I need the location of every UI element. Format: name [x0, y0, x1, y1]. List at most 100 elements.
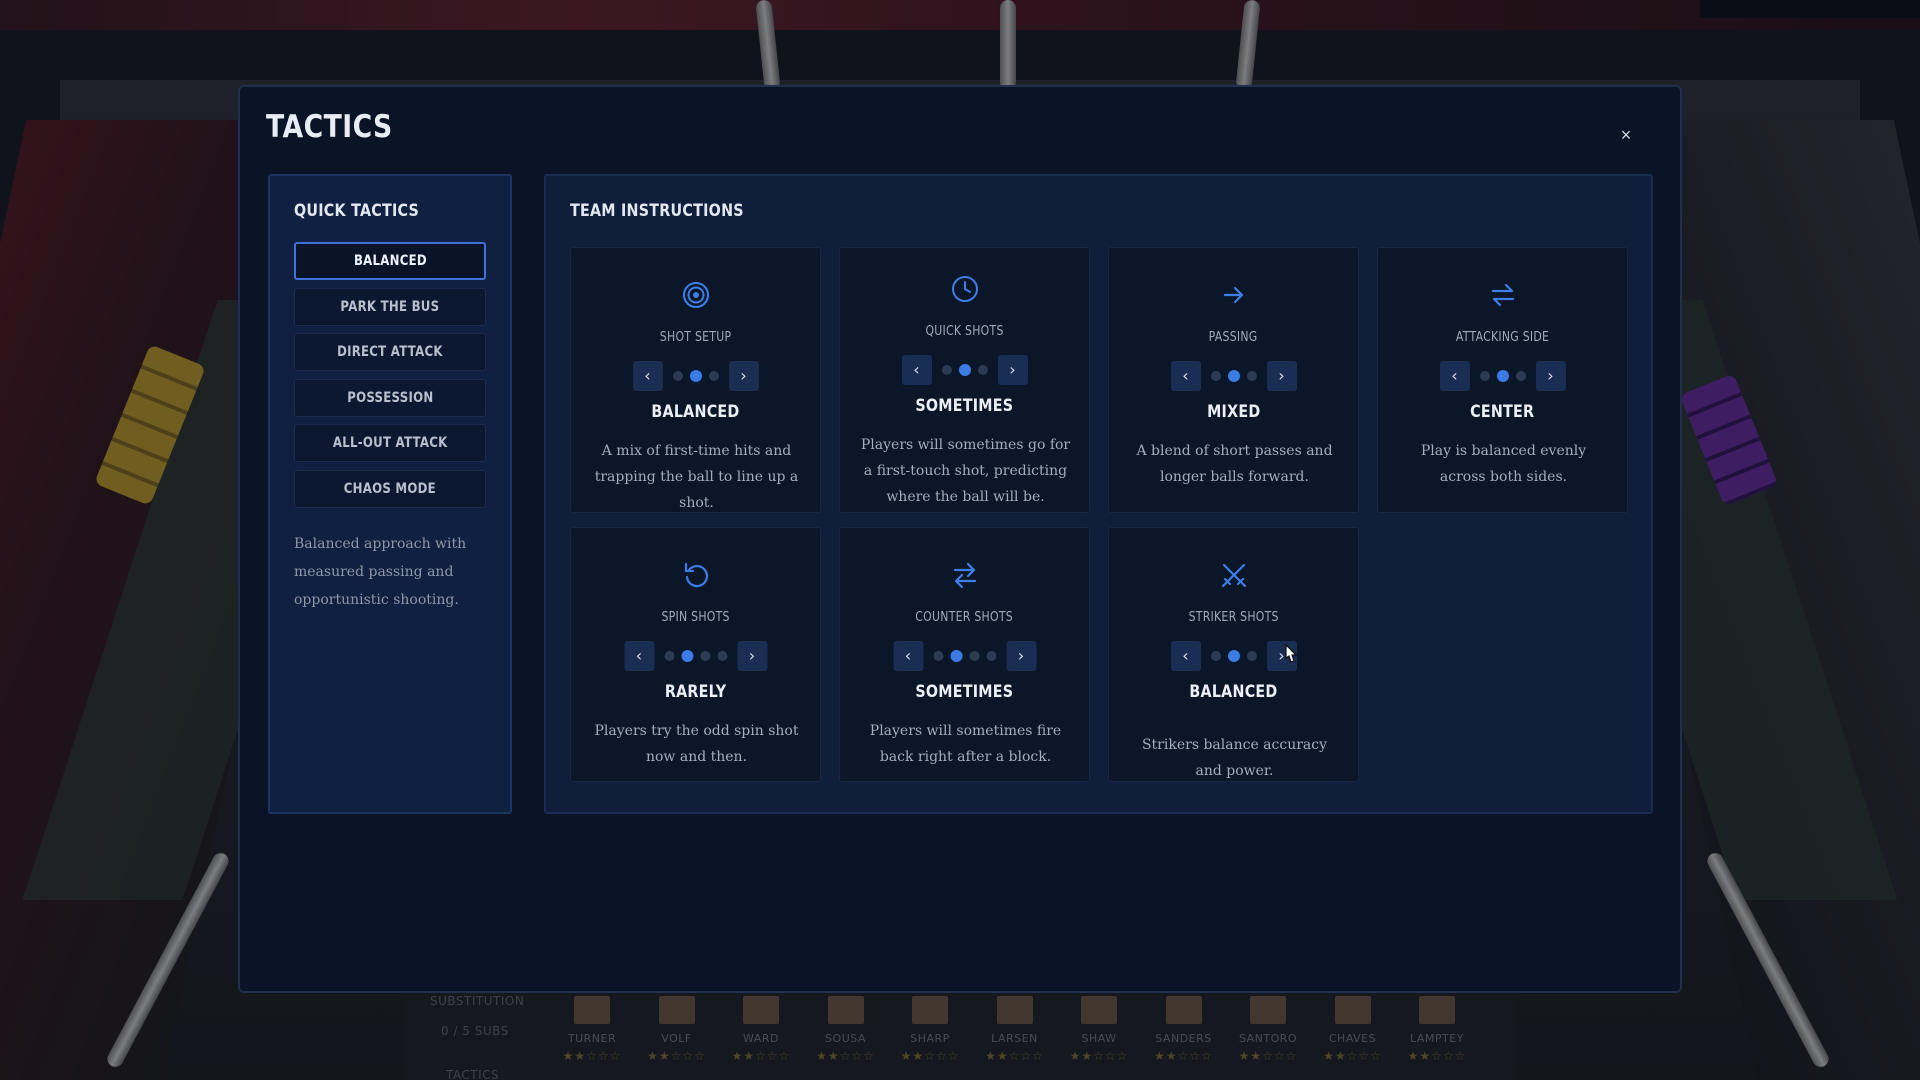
level-dot — [941, 364, 952, 375]
next-level-button[interactable]: › — [737, 641, 767, 671]
instruction-label-text: COUNTER SHOTS — [915, 610, 1014, 625]
level-dot-active — [1227, 649, 1240, 662]
level-dot — [672, 370, 683, 381]
quick-tactic-label: POSSESSION — [346, 389, 434, 406]
modal-title: TACTICS — [266, 109, 393, 145]
quick-tactic-all-out-attack-button[interactable]: ALL-OUT ATTACK — [294, 424, 486, 462]
quick-tactics-panel: QUICK TACTICS BALANCED PARK THE BUS DIRECT… — [268, 174, 512, 814]
quick-tactic-park-the-bus-button[interactable]: PARK THE BUS — [294, 287, 486, 326]
instruction-card-spin-shots: SPIN SHOTS ‹ › RARELY Players try the odd sp… — [570, 527, 821, 782]
mouse-pointer-icon — [1285, 643, 1298, 663]
quick-tactic-label: PARK THE BUS — [340, 298, 440, 315]
instruction-description: A mix of first-time hits and trapping th… — [594, 443, 799, 511]
close-button[interactable]: × — [1616, 125, 1636, 145]
instruction-value-text: SOMETIMES — [915, 682, 1014, 702]
instruction-value: SOMETIMES — [840, 396, 1089, 416]
quick-tactics-list: BALANCED PARK THE BUS DIRECT ATTACK POSSESS… — [294, 242, 486, 515]
instruction-value-text: CENTER — [1470, 402, 1535, 422]
instruction-label: SHOT SETUP — [571, 330, 820, 345]
previous-level-button[interactable]: ‹ — [632, 361, 663, 391]
instruction-card-passing: PASSING ‹ › MIXED A blend of short passes an… — [1108, 247, 1359, 513]
arrow-right-icon — [1219, 280, 1249, 310]
instruction-label-text: ATTACKING SIDE — [1455, 330, 1550, 345]
next-level-button[interactable]: › — [728, 361, 759, 391]
level-selector: ‹ › — [1439, 361, 1566, 391]
previous-level-button[interactable]: ‹ — [1439, 361, 1470, 391]
level-selector: ‹ › — [1170, 361, 1297, 391]
quick-tactic-balanced-button[interactable]: BALANCED — [294, 242, 486, 280]
team-instructions-panel: TEAM INSTRUCTIONS SHOT SETUP ‹ › BALANCED A … — [544, 174, 1653, 814]
instruction-card-shot-setup: SHOT SETUP ‹ › BALANCED A mix of first-time … — [570, 247, 821, 513]
instruction-label-text: SHOT SETUP — [659, 330, 732, 345]
instruction-value-text: BALANCED — [1189, 682, 1278, 702]
level-selector: ‹ › — [893, 641, 1036, 671]
instruction-label-text: PASSING — [1209, 330, 1258, 345]
next-level-button[interactable]: › — [1535, 361, 1566, 391]
quick-tactics-title: QUICK TACTICS — [294, 201, 420, 221]
quick-tactic-chaos-mode-button[interactable]: CHAOS MODE — [294, 469, 486, 508]
level-dot — [986, 650, 996, 661]
quick-tactic-label: ALL-OUT ATTACK — [332, 435, 448, 451]
level-indicator — [1207, 369, 1261, 382]
target-icon — [681, 280, 711, 310]
crossed-swords-icon — [1219, 560, 1249, 590]
level-dot — [1210, 370, 1221, 381]
level-dot-active — [1227, 369, 1240, 382]
previous-level-button[interactable]: ‹ — [1170, 641, 1201, 671]
level-dot — [1515, 370, 1526, 381]
next-level-button[interactable]: › — [997, 355, 1028, 385]
level-dot — [977, 364, 988, 375]
instruction-card-quick-shots: QUICK SHOTS ‹ › SOMETIMES Players will somet… — [839, 247, 1090, 513]
quick-tactic-label: BALANCED — [353, 253, 427, 269]
level-dot — [1246, 370, 1257, 381]
rotate-icon — [681, 560, 711, 590]
instruction-card-striker-shots: STRIKER SHOTS ‹ › BALANCED Strikers balance … — [1108, 527, 1359, 782]
quick-tactic-direct-attack-button[interactable]: DIRECT ATTACK — [294, 333, 486, 371]
level-indicator — [929, 649, 1000, 662]
instruction-value: MIXED — [1109, 402, 1358, 422]
level-dot — [933, 650, 943, 661]
level-dot-active — [958, 363, 971, 376]
level-indicator — [938, 363, 992, 376]
instruction-label: SPIN SHOTS — [571, 610, 820, 625]
instruction-description: Play is balanced evenly across both side… — [1420, 443, 1587, 485]
swap-arrows-icon — [1488, 280, 1518, 310]
quick-tactic-possession-button[interactable]: POSSESSION — [294, 378, 486, 417]
instruction-card-attacking-side: ATTACKING SIDE ‹ › CENTER Play is balanced e… — [1377, 247, 1628, 513]
exchange-icon — [950, 560, 980, 590]
instruction-label: PASSING — [1109, 330, 1358, 345]
level-selector: ‹ › — [1170, 641, 1297, 671]
previous-level-button[interactable]: ‹ — [893, 641, 923, 671]
instruction-value: RARELY — [571, 682, 820, 702]
instruction-label: QUICK SHOTS — [840, 324, 1089, 339]
level-selector: ‹ › — [632, 361, 759, 391]
instruction-description: Strikers balance accuracy and power. — [1141, 737, 1328, 779]
instruction-label: COUNTER SHOTS — [840, 610, 1089, 625]
level-dot — [1210, 650, 1221, 661]
level-indicator — [1207, 649, 1261, 662]
instruction-value-text: BALANCED — [651, 402, 740, 422]
next-level-button[interactable]: › — [1006, 641, 1036, 671]
instruction-value-text: MIXED — [1206, 402, 1261, 422]
team-instructions-title: TEAM INSTRUCTIONS — [570, 201, 744, 221]
previous-level-button[interactable]: ‹ — [1170, 361, 1201, 391]
instruction-label: ATTACKING SIDE — [1378, 330, 1627, 345]
quick-tactic-label: CHAOS MODE — [343, 480, 437, 497]
level-dot-active — [950, 649, 962, 662]
instruction-value-text: RARELY — [664, 682, 727, 702]
level-dot — [1479, 370, 1490, 381]
level-dot — [700, 650, 710, 661]
level-selector: ‹ › — [901, 355, 1028, 385]
instruction-description: Players will sometimes fire back right a… — [869, 723, 1062, 765]
instruction-description: Players try the odd spin shot now and th… — [594, 723, 799, 765]
quick-tactic-label: DIRECT ATTACK — [337, 344, 443, 360]
instruction-description: Players will sometimes go for a first-to… — [860, 437, 1071, 505]
next-level-button[interactable]: › — [1266, 361, 1297, 391]
previous-level-button[interactable]: ‹ — [624, 641, 654, 671]
level-dot — [1246, 650, 1257, 661]
clock-icon — [950, 274, 980, 304]
previous-level-button[interactable]: ‹ — [901, 355, 932, 385]
instruction-label-text: STRIKER SHOTS — [1188, 610, 1279, 625]
instruction-value: CENTER — [1378, 402, 1627, 422]
level-dot — [708, 370, 719, 381]
